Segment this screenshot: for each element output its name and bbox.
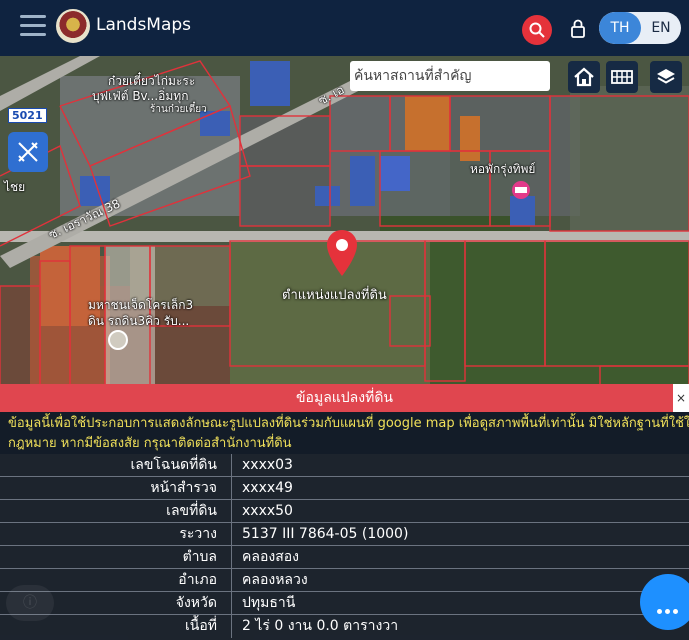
panel-close-button[interactable]: × bbox=[673, 384, 689, 412]
table-row: หน้าสำรวจ xxxx49 bbox=[0, 477, 689, 500]
table-row: จังหวัด ปทุมธานี bbox=[0, 592, 689, 615]
row-value: xxxx50 bbox=[242, 503, 293, 519]
lang-en-button[interactable]: EN bbox=[641, 12, 681, 44]
map-pin-icon[interactable] bbox=[325, 228, 359, 278]
satellite-map[interactable]: 5021 ซ. เอราวัณ 38 ซ. เอ ก๋วยเตี๋ยวไก่มะ… bbox=[0, 56, 689, 388]
table-row: เลขที่ดิน xxxx50 bbox=[0, 500, 689, 523]
poi-label: ดิน รถดิน3คิว รับ... bbox=[88, 314, 190, 328]
parcel-info-table: เลขโฉนดที่ดิน xxxx03 หน้าสำรวจ xxxx49 เล… bbox=[0, 454, 689, 640]
row-value: 5137 III 7864-05 (1000) bbox=[242, 526, 409, 542]
row-label: ระวาง bbox=[0, 523, 232, 546]
layers-icon bbox=[657, 69, 675, 84]
pin-label: ตำแหน่งแปลงที่ดิน bbox=[282, 288, 387, 303]
info-icon[interactable]: ⓘ bbox=[6, 585, 54, 621]
row-value: ปทุมธานี bbox=[242, 595, 296, 611]
poi-label: หอพักรุ่งทิพย์ bbox=[470, 162, 536, 176]
grid-icon bbox=[611, 70, 633, 84]
row-label: ตำบล bbox=[0, 546, 232, 569]
clear-search-button[interactable]: ✕ bbox=[525, 61, 553, 91]
hamburger-menu-icon[interactable] bbox=[20, 15, 46, 37]
row-label: หน้าสำรวจ bbox=[0, 477, 232, 500]
more-options-button[interactable] bbox=[640, 574, 689, 630]
panel-title: ข้อมูลแปลงที่ดิน bbox=[0, 384, 689, 412]
poi-label: ร้านก๋วยเตี๋ยว bbox=[150, 104, 207, 115]
home-button[interactable] bbox=[568, 61, 600, 93]
app-title: LandsMaps bbox=[96, 15, 192, 35]
language-toggle: TH EN bbox=[599, 12, 681, 44]
table-row: เนื้อที่ 2 ไร่ 0 งาน 0.0 ตารางวา bbox=[0, 615, 689, 638]
search-button[interactable] bbox=[522, 15, 552, 45]
notice-line: ข้อมูลนี้เพื่อใช้ประกอบการแสดงลักษณะรูปแ… bbox=[8, 416, 689, 431]
row-value: คลองสอง bbox=[242, 549, 299, 565]
map-search-box bbox=[350, 61, 550, 91]
layers-button[interactable] bbox=[650, 61, 682, 93]
grid-button[interactable] bbox=[606, 61, 638, 93]
table-row: อำเภอ คลองหลวง bbox=[0, 569, 689, 592]
notice-line: กฎหมาย หากมีข้อสงสัย กรุณาติดต่อสำนักงาน… bbox=[8, 436, 292, 451]
home-icon bbox=[574, 67, 594, 87]
row-label: เลขโฉนดที่ดิน bbox=[0, 454, 232, 477]
landsmaps-logo bbox=[56, 9, 90, 43]
row-value: คลองหลวง bbox=[242, 572, 308, 588]
table-row: ระวาง 5137 III 7864-05 (1000) bbox=[0, 523, 689, 546]
table-row: เลขโฉนดที่ดิน xxxx03 bbox=[0, 454, 689, 477]
ruler-pencil-icon bbox=[18, 142, 38, 162]
row-label: เลขที่ดิน bbox=[0, 500, 232, 523]
lock-icon[interactable] bbox=[570, 18, 586, 38]
more-dots-icon bbox=[657, 599, 681, 618]
search-icon bbox=[529, 22, 545, 38]
route-code-badge: 5021 bbox=[8, 108, 47, 123]
lang-th-button[interactable]: TH bbox=[599, 12, 641, 44]
row-value: 2 ไร่ 0 งาน 0.0 ตารางวา bbox=[242, 618, 399, 634]
top-bar: LandsMaps TH EN bbox=[0, 0, 689, 56]
row-value: xxxx03 bbox=[242, 457, 293, 473]
table-row: ตำบล คลองสอง bbox=[0, 546, 689, 569]
measure-tools-button[interactable] bbox=[8, 132, 48, 172]
map-search-input[interactable] bbox=[354, 65, 514, 87]
poi-label: ไชย bbox=[4, 180, 26, 194]
row-value: xxxx49 bbox=[242, 480, 293, 496]
disclaimer-notice: ข้อมูลนี้เพื่อใช้ประกอบการแสดงลักษณะรูปแ… bbox=[0, 412, 689, 454]
